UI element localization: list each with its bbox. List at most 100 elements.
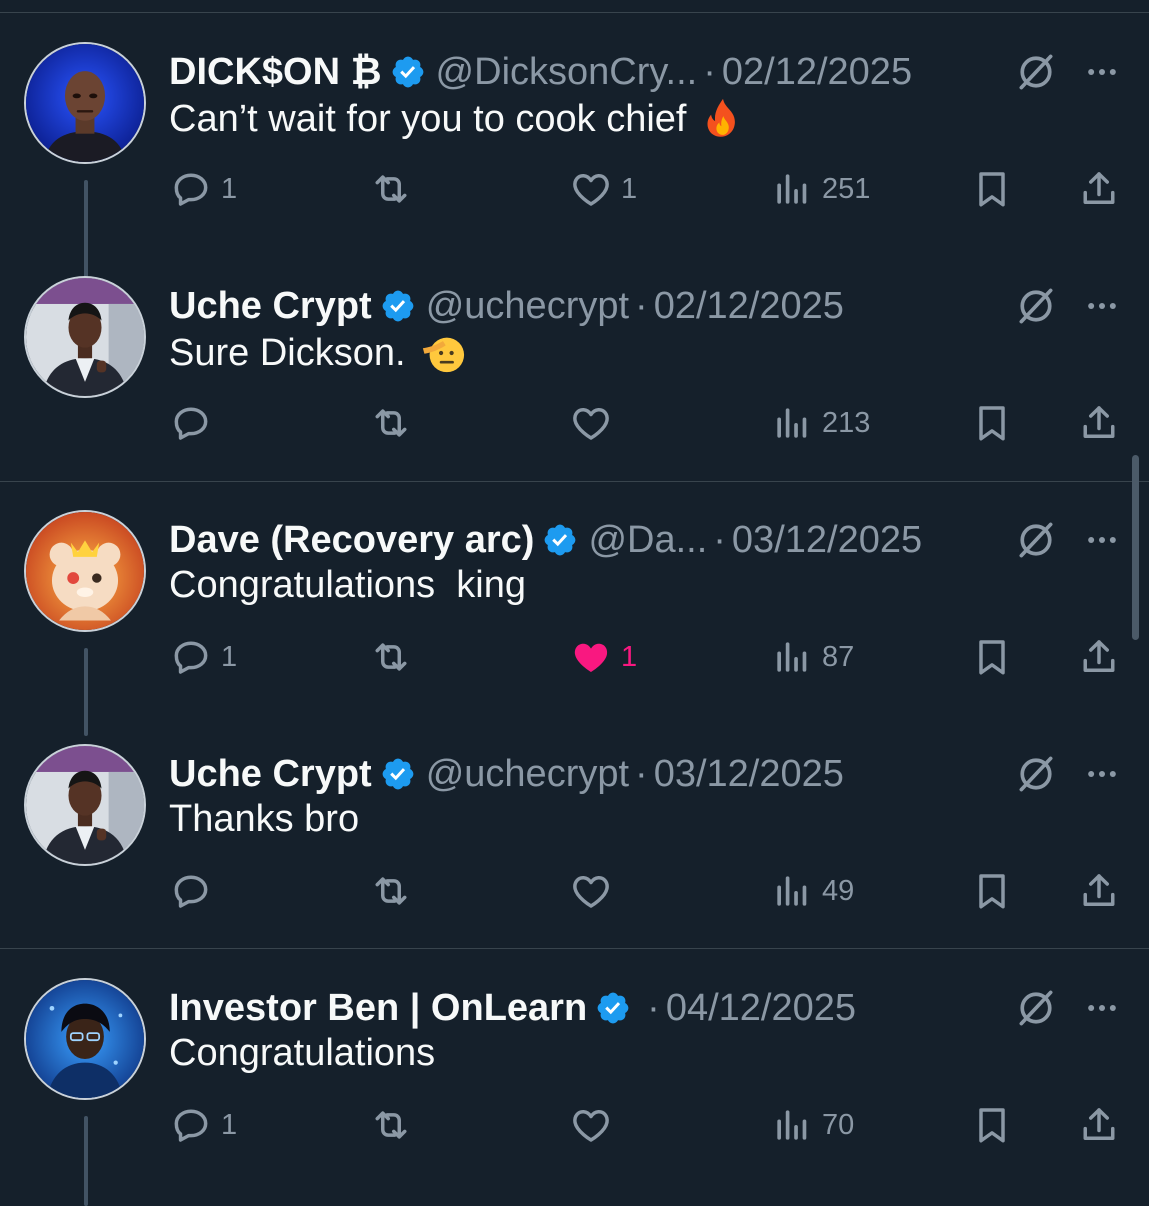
separator-dot: · bbox=[713, 518, 726, 561]
reply-button[interactable]: 1 bbox=[169, 632, 237, 682]
bookmark-button[interactable] bbox=[970, 632, 1014, 682]
share-button[interactable] bbox=[1077, 866, 1121, 916]
more-icon[interactable] bbox=[1080, 286, 1124, 326]
repost-icon bbox=[369, 1103, 413, 1147]
tweet-date[interactable]: 04/12/2025 bbox=[666, 987, 856, 1030]
display-name[interactable]: DICK$ON ₿ bbox=[169, 51, 382, 94]
reply-icon bbox=[169, 1103, 213, 1147]
action-bar: 1 70 bbox=[0, 1100, 1149, 1150]
separator-dot: · bbox=[635, 752, 648, 795]
like-button-liked[interactable]: 1 bbox=[569, 632, 637, 682]
view-count: 251 bbox=[822, 172, 871, 205]
fire-emoji-icon bbox=[700, 96, 746, 142]
avatar[interactable] bbox=[24, 510, 146, 632]
bookmark-button[interactable] bbox=[970, 1100, 1014, 1150]
heart-icon bbox=[569, 401, 613, 445]
avatar[interactable] bbox=[24, 276, 146, 398]
tweet-text-content: Congratulations king bbox=[169, 564, 526, 606]
reply-button[interactable]: 1 bbox=[169, 1100, 237, 1150]
like-button[interactable] bbox=[569, 1100, 621, 1150]
display-name[interactable]: Uche Crypt bbox=[169, 285, 372, 328]
more-icon[interactable] bbox=[1080, 52, 1124, 92]
repost-button[interactable] bbox=[369, 866, 421, 916]
separator-dot: · bbox=[703, 50, 716, 93]
avatar[interactable] bbox=[24, 978, 146, 1100]
tweet-date[interactable]: 03/12/2025 bbox=[732, 519, 922, 562]
tweet-text: Sure Dickson. bbox=[169, 330, 466, 376]
reply-button[interactable] bbox=[169, 866, 221, 916]
share-icon bbox=[1077, 1103, 1121, 1147]
grok-icon[interactable] bbox=[1014, 518, 1058, 562]
heart-icon bbox=[569, 1103, 613, 1147]
like-button[interactable] bbox=[569, 866, 621, 916]
more-icon[interactable] bbox=[1080, 520, 1124, 560]
bookmark-button[interactable] bbox=[970, 398, 1014, 448]
grok-icon[interactable] bbox=[1014, 752, 1058, 796]
avatar-image bbox=[26, 746, 144, 864]
views-button[interactable]: 49 bbox=[770, 866, 854, 916]
display-name[interactable]: Dave (Recovery arc) bbox=[169, 519, 534, 562]
share-button[interactable] bbox=[1077, 632, 1121, 682]
reply-count: 1 bbox=[221, 172, 238, 205]
tweet-header: Uche Crypt @uchecrypt · 03/12/2025 bbox=[169, 744, 844, 804]
reply-icon bbox=[169, 401, 213, 445]
views-icon bbox=[770, 401, 814, 445]
views-button[interactable]: 87 bbox=[770, 632, 854, 682]
view-count: 49 bbox=[822, 874, 855, 907]
grok-icon[interactable] bbox=[1014, 50, 1058, 94]
tweet-date[interactable]: 02/12/2025 bbox=[722, 51, 912, 94]
tweet-text: Can’t wait for you to cook chief bbox=[169, 96, 746, 142]
saluting-face-emoji-icon bbox=[420, 330, 466, 376]
tweet-text-content: Can’t wait for you to cook chief bbox=[169, 97, 687, 140]
display-name[interactable]: Uche Crypt bbox=[169, 753, 372, 796]
repost-icon bbox=[369, 401, 413, 445]
more-icon[interactable] bbox=[1080, 754, 1124, 794]
views-button[interactable]: 70 bbox=[770, 1100, 854, 1150]
bookmark-button[interactable] bbox=[970, 866, 1014, 916]
tweet-date[interactable]: 03/12/2025 bbox=[654, 753, 844, 796]
action-bar: 1 1 251 bbox=[0, 164, 1149, 214]
reply-icon bbox=[169, 167, 213, 211]
tweet-text-content: Thanks bro bbox=[169, 798, 360, 840]
share-icon bbox=[1077, 869, 1121, 913]
repost-icon bbox=[369, 635, 413, 679]
heart-filled-icon bbox=[569, 635, 613, 679]
display-name[interactable]: Investor Ben | OnLearn bbox=[169, 987, 587, 1030]
tweet-text: Congratulations king bbox=[169, 564, 526, 607]
views-button[interactable]: 213 bbox=[770, 398, 870, 448]
bookmark-button[interactable] bbox=[970, 164, 1014, 214]
reply-button[interactable] bbox=[169, 398, 221, 448]
like-button[interactable]: 1 bbox=[569, 164, 637, 214]
scrollbar[interactable] bbox=[1132, 455, 1139, 640]
avatar[interactable] bbox=[24, 42, 146, 164]
repost-button[interactable] bbox=[369, 164, 421, 214]
user-handle[interactable]: @DicksonCry... bbox=[436, 51, 698, 94]
grok-icon[interactable] bbox=[1014, 986, 1058, 1030]
avatar[interactable] bbox=[24, 744, 146, 866]
share-button[interactable] bbox=[1077, 398, 1121, 448]
reply-button[interactable]: 1 bbox=[169, 164, 237, 214]
verified-badge-icon bbox=[380, 288, 416, 324]
like-button[interactable] bbox=[569, 398, 621, 448]
user-handle[interactable]: @Da... bbox=[588, 519, 707, 562]
more-icon[interactable] bbox=[1080, 988, 1124, 1028]
views-button[interactable]: 251 bbox=[770, 164, 870, 214]
repost-button[interactable] bbox=[369, 1100, 421, 1150]
user-handle[interactable]: @uchecrypt bbox=[426, 753, 629, 796]
view-count: 87 bbox=[822, 640, 855, 673]
share-button[interactable] bbox=[1077, 164, 1121, 214]
tweet-date[interactable]: 02/12/2025 bbox=[654, 285, 844, 328]
bookmark-icon bbox=[970, 869, 1014, 913]
share-button[interactable] bbox=[1077, 1100, 1121, 1150]
tweet-text-content: Sure Dickson. bbox=[169, 331, 406, 374]
views-icon bbox=[770, 1103, 814, 1147]
like-count: 1 bbox=[621, 172, 638, 205]
bookmark-icon bbox=[970, 401, 1014, 445]
verified-badge-icon bbox=[390, 54, 426, 90]
tweet-header: DICK$ON ₿ @DicksonCry... · 02/12/2025 bbox=[169, 42, 912, 102]
view-count: 70 bbox=[822, 1108, 855, 1141]
user-handle[interactable]: @uchecrypt bbox=[426, 285, 629, 328]
grok-icon[interactable] bbox=[1014, 284, 1058, 328]
repost-button[interactable] bbox=[369, 398, 421, 448]
repost-button[interactable] bbox=[369, 632, 421, 682]
